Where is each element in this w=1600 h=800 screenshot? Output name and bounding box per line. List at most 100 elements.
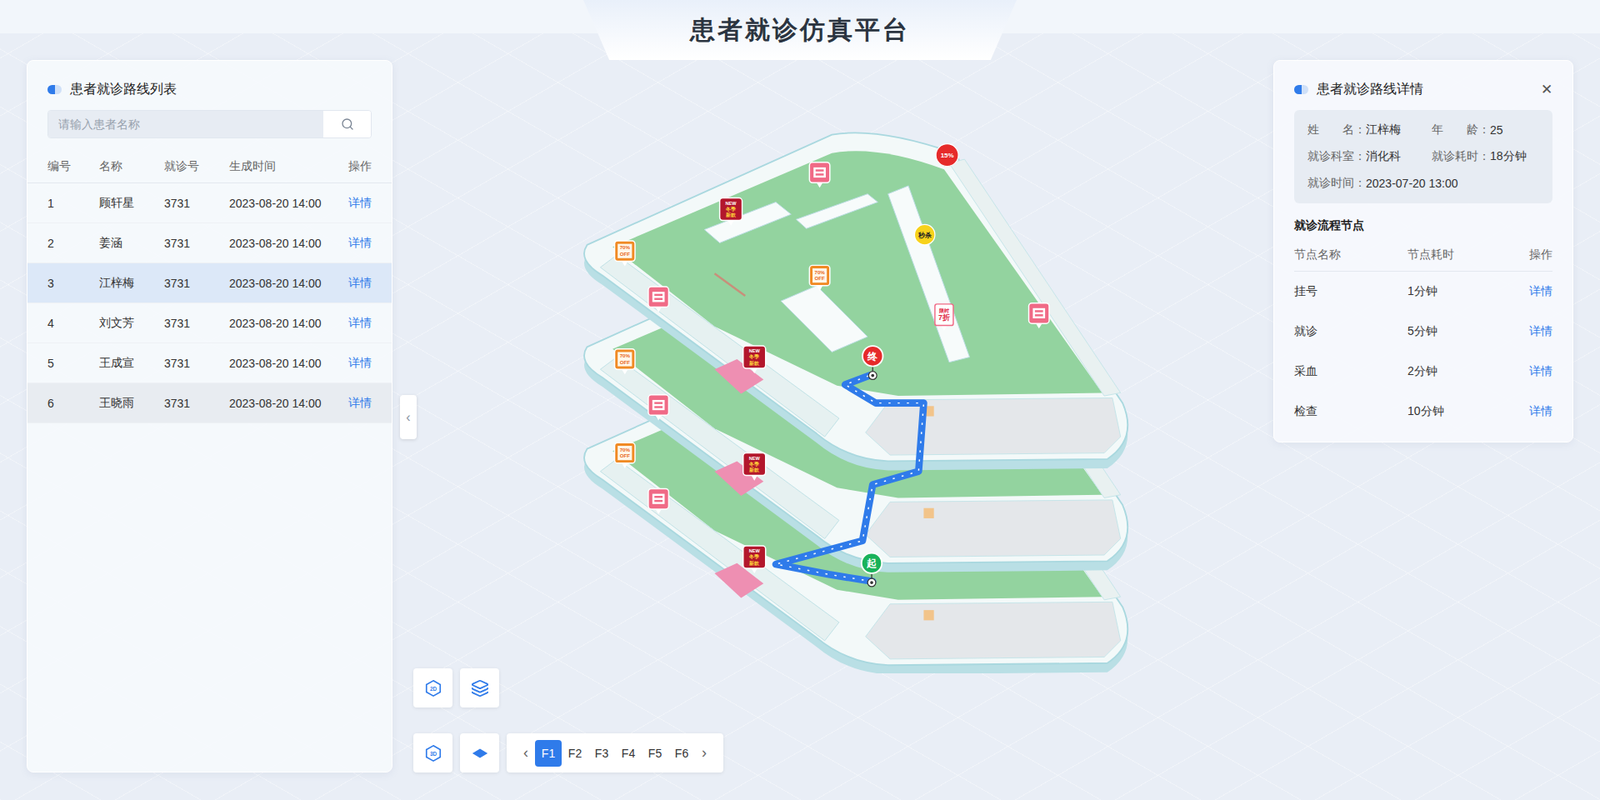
shop-pin[interactable]: [648, 488, 669, 515]
svg-text:冬季: 冬季: [748, 460, 760, 468]
route-end-pin[interactable]: 终: [862, 345, 883, 380]
patient-list-panel: 患者就诊路线列表编号名称就诊号生成时间操作1顾轩星37312023-08-20 …: [26, 60, 393, 773]
visit-no-cell: 3731: [164, 396, 230, 410]
name-cell: 顾轩星: [99, 195, 165, 211]
svg-text:起: 起: [865, 557, 877, 570]
detail-link[interactable]: 详情: [347, 235, 372, 251]
sale-pin[interactable]: 70%OFF: [615, 442, 635, 469]
route-start-pin[interactable]: 起: [861, 553, 882, 587]
table-row[interactable]: 5王成宣37312023-08-20 14:00详情: [27, 343, 392, 384]
floor-next-button[interactable]: ›: [695, 744, 714, 762]
info-value: 18分钟: [1490, 149, 1527, 165]
panel-title: 患者就诊路线列表: [70, 80, 372, 99]
svg-text:冬季: 冬季: [748, 553, 760, 560]
mode-3d-button[interactable]: 3D: [413, 733, 453, 773]
floor-selector: ‹F1F2F3F4F5F6›: [506, 733, 724, 773]
limited-offer-pin[interactable]: 限时7折: [935, 304, 954, 331]
created-cell: 2023-08-20 14:00: [229, 316, 348, 330]
section-title: 就诊流程节点: [1294, 218, 1553, 234]
mode-3d-icon: 3D: [424, 744, 443, 763]
node-duration: 2分钟: [1407, 364, 1530, 380]
node-detail-link[interactable]: 详情: [1529, 404, 1553, 420]
detail-link[interactable]: 详情: [347, 275, 372, 291]
floor-tab[interactable]: F4: [615, 740, 642, 767]
floor-tab[interactable]: F1: [535, 740, 562, 767]
route-detail-panel: 患者就诊路线详情✕姓 名：江梓梅年 龄：25就诊科室：消化科就诊耗时：18分钟就…: [1273, 60, 1574, 443]
patient-info: 姓 名：江梓梅年 龄：25就诊科室：消化科就诊耗时：18分钟就诊时间：2023-…: [1294, 110, 1553, 204]
svg-text:NEW: NEW: [749, 455, 761, 461]
column-header: 编号: [47, 159, 100, 175]
title-tab: 患者就诊仿真平台: [583, 0, 1017, 60]
node-detail-link[interactable]: 详情: [1529, 364, 1553, 380]
new-arrival-pin[interactable]: NEW冬季新款: [743, 345, 766, 374]
shop-pin[interactable]: [648, 286, 669, 313]
sale-pin[interactable]: 70%OFF: [615, 349, 635, 375]
collapse-button[interactable]: ‹: [400, 395, 417, 440]
table-row[interactable]: 1顾轩星37312023-08-20 14:00详情: [27, 183, 392, 224]
table-header: 编号名称就诊号生成时间操作: [27, 150, 392, 184]
floor-prev-button[interactable]: ‹: [516, 744, 535, 762]
table-row[interactable]: 3江梓梅37312023-08-20 14:00详情: [27, 263, 392, 304]
visit-no-cell: 3731: [164, 236, 230, 250]
search-button[interactable]: [323, 110, 371, 138]
detail-link[interactable]: 详情: [347, 395, 372, 411]
shop-icon: [652, 494, 665, 505]
floor-tab[interactable]: F6: [668, 740, 695, 767]
detail-link[interactable]: 详情: [347, 315, 372, 331]
new-arrival-pin[interactable]: NEW冬季新款: [743, 453, 766, 481]
single-layer-button[interactable]: [460, 733, 500, 773]
node-detail-link[interactable]: 详情: [1529, 284, 1553, 300]
column-header: 操作: [347, 159, 372, 175]
visit-no-cell: 3731: [164, 196, 230, 210]
floor-tab[interactable]: F2: [561, 740, 589, 767]
node-duration: 5分钟: [1407, 324, 1530, 340]
node-duration: 1分钟: [1407, 284, 1530, 300]
layers-icon: [470, 679, 490, 698]
search-icon: [340, 117, 355, 131]
title-dot-icon: [1294, 85, 1309, 95]
close-button[interactable]: ✕: [1540, 80, 1553, 99]
floor-map[interactable]: 70%OFF70%OFF70%OFF70%OFFNEW冬季新款NEW冬季新款NE…: [571, 122, 1154, 674]
svg-text:2D: 2D: [429, 685, 437, 691]
detail-link[interactable]: 详情: [347, 195, 372, 211]
mode-2d-button[interactable]: 2D: [413, 668, 453, 708]
svg-text:3D: 3D: [429, 750, 437, 756]
floor-tab[interactable]: F5: [641, 740, 669, 767]
search-input[interactable]: [48, 110, 324, 138]
node-row: 采血2分钟详情: [1294, 351, 1553, 392]
index-cell: 6: [47, 396, 100, 410]
svg-text:70%: 70%: [620, 352, 631, 359]
node-name: 检查: [1294, 404, 1408, 420]
index-cell: 2: [47, 236, 100, 250]
table-row[interactable]: 4刘文芳37312023-08-20 14:00详情: [27, 303, 392, 344]
single-layer-icon: [470, 744, 490, 763]
info-item: 就诊耗时：18分钟: [1431, 143, 1540, 170]
sale-pin[interactable]: 70%OFF: [809, 265, 830, 291]
detail-link[interactable]: 详情: [347, 355, 372, 371]
svg-text:限时: 限时: [939, 307, 950, 314]
table-row[interactable]: 6王晓雨37312023-08-20 14:00详情: [27, 383, 392, 424]
node-name: 就诊: [1294, 324, 1408, 340]
shop-pin[interactable]: [809, 162, 830, 189]
floor-tab[interactable]: F3: [588, 740, 615, 767]
panel-header: 患者就诊路线详情✕: [1274, 60, 1573, 110]
info-item: 就诊科室：消化科: [1307, 143, 1432, 170]
visit-no-cell: 3731: [164, 276, 230, 290]
info-label: 就诊科室：: [1307, 149, 1366, 165]
flash-sale-pin[interactable]: 秒杀: [914, 224, 935, 245]
discount-pin[interactable]: 15%: [935, 144, 959, 167]
layers-button[interactable]: [460, 668, 500, 708]
node-detail-link[interactable]: 详情: [1529, 324, 1553, 340]
shop-pin[interactable]: [1029, 303, 1050, 330]
new-arrival-pin[interactable]: NEW冬季新款: [720, 198, 743, 226]
created-cell: 2023-08-20 14:00: [229, 196, 348, 210]
visit-no-cell: 3731: [164, 316, 230, 330]
shop-icon: [652, 291, 665, 302]
table-row[interactable]: 2姜涵37312023-08-20 14:00详情: [27, 223, 392, 264]
svg-text:NEW: NEW: [725, 200, 738, 206]
panel-header: 患者就诊路线列表: [27, 60, 392, 110]
sale-pin[interactable]: 70%OFF: [615, 240, 635, 267]
new-arrival-pin[interactable]: NEW冬季新款: [743, 545, 766, 574]
shop-pin[interactable]: [648, 395, 669, 421]
view-controls: 2D: [413, 668, 1274, 708]
